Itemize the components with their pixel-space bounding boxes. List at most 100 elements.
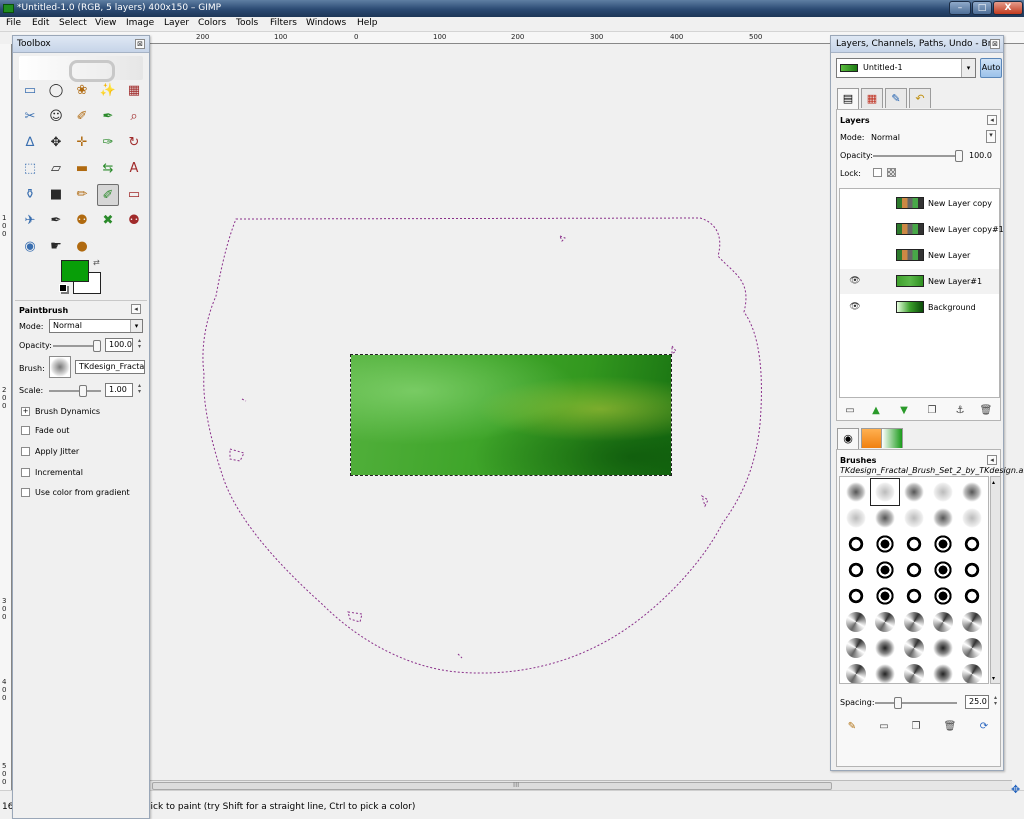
use-gradient-checkbox[interactable]	[21, 488, 30, 497]
brush-preview-cell[interactable]	[900, 661, 928, 683]
layer-opacity-value[interactable]: 100.0	[969, 151, 992, 160]
brush-preview-cell[interactable]	[871, 505, 899, 531]
brush-preview[interactable]	[49, 356, 71, 378]
spacing-spinbox[interactable]: 25.0	[965, 695, 997, 709]
brush-preview-cell[interactable]	[871, 531, 899, 557]
brush-preview-cell[interactable]	[929, 557, 957, 583]
spacing-slider[interactable]	[875, 697, 957, 709]
slider-handle[interactable]	[955, 150, 963, 162]
scissors-icon[interactable]: ✂	[19, 106, 41, 128]
slider-handle[interactable]	[79, 385, 87, 397]
brush-preview-cell[interactable]	[900, 609, 928, 635]
eye-icon[interactable]	[849, 197, 861, 209]
brush-preview-cell[interactable]	[958, 557, 986, 583]
blur-icon[interactable]: ◉	[19, 236, 41, 258]
menu-colors[interactable]: Colors	[198, 18, 226, 28]
blend-icon[interactable]: ■	[45, 184, 67, 206]
scale-spinbox[interactable]: 1.00	[105, 383, 141, 397]
default-colors-icon[interactable]	[59, 284, 67, 292]
layer-opacity-slider[interactable]	[873, 150, 963, 162]
brush-preview-cell[interactable]	[958, 479, 986, 505]
zoom-icon[interactable]: ⌕	[123, 106, 145, 128]
menu-image[interactable]: Image	[126, 18, 154, 28]
duplicate-brush-icon[interactable]: ❐	[909, 720, 923, 734]
lower-layer-icon[interactable]: ▼	[897, 404, 911, 418]
duplicate-layer-icon[interactable]: ❐	[925, 404, 939, 418]
brush-preview-cell[interactable]	[842, 505, 870, 531]
brush-preview-cell[interactable]	[958, 609, 986, 635]
brush-preview-cell[interactable]	[929, 531, 957, 557]
close-icon[interactable]: ⊠	[135, 39, 145, 49]
toolbox-titlebar[interactable]: Toolbox ⊠	[13, 36, 149, 53]
brush-dynamics-expander[interactable]: +	[21, 407, 30, 416]
brush-grid[interactable]	[839, 476, 989, 684]
ellipse-select-icon[interactable]: ◯	[45, 80, 67, 102]
rotate-icon[interactable]: ↻	[123, 132, 145, 154]
flip-icon[interactable]: ⇆	[97, 158, 119, 180]
chevron-down-icon[interactable]: ▾	[986, 130, 996, 143]
brush-preview-cell[interactable]	[900, 505, 928, 531]
minimize-button[interactable]: –	[949, 1, 971, 15]
brushes-scrollbar[interactable]: ▴ ▾	[990, 476, 1001, 684]
brush-preview-cell[interactable]	[929, 479, 957, 505]
menu-help[interactable]: Help	[357, 18, 378, 28]
tab-paths[interactable]: ✎	[885, 88, 907, 108]
brush-preview-cell[interactable]	[871, 557, 899, 583]
shear-icon[interactable]: ▱	[45, 158, 67, 180]
layer-row[interactable]: New Layer copy#1	[840, 217, 1004, 242]
paint-mode-select[interactable]: Normal ▾	[49, 319, 143, 333]
menu-file[interactable]: File	[6, 18, 21, 28]
edit-brush-icon[interactable]: ✎	[845, 720, 859, 734]
raise-layer-icon[interactable]: ▲	[869, 404, 883, 418]
paintbrush-icon[interactable]: ✐	[97, 184, 119, 206]
free-select-icon[interactable]: ❀	[71, 80, 93, 102]
text-icon[interactable]: A	[123, 158, 145, 180]
paths-icon[interactable]: ✐	[71, 106, 93, 128]
foreground-color-swatch[interactable]	[61, 260, 89, 282]
brush-preview-cell[interactable]	[842, 557, 870, 583]
image-selector[interactable]: Untitled-1 ▾	[836, 58, 976, 78]
brush-preview-cell[interactable]	[900, 531, 928, 557]
delete-layer-icon[interactable]: 🗑	[979, 404, 993, 418]
tab-layers[interactable]: ▤	[837, 88, 859, 109]
layer-mode-value[interactable]: Normal	[871, 133, 900, 142]
heal-icon[interactable]: ✖	[97, 210, 119, 232]
apply-jitter-checkbox[interactable]	[21, 447, 30, 456]
brush-preview-cell[interactable]	[929, 661, 957, 683]
bucket-fill-icon[interactable]: ⚱	[19, 184, 41, 206]
brush-preview-cell[interactable]	[929, 635, 957, 661]
brush-preview-cell[interactable]	[929, 609, 957, 635]
refresh-brushes-icon[interactable]: ⟳	[977, 720, 991, 734]
tab-undo[interactable]: ↶	[909, 88, 931, 108]
new-brush-icon[interactable]: ▭	[877, 720, 891, 734]
brush-preview-cell[interactable]	[871, 583, 899, 609]
rect-select-icon[interactable]: ▭	[19, 80, 41, 102]
menu-filters[interactable]: Filters	[270, 18, 297, 28]
brush-preview-cell[interactable]	[929, 583, 957, 609]
slider-handle[interactable]	[93, 340, 101, 352]
scroll-up-icon[interactable]: ▴	[992, 479, 995, 486]
brush-preview-cell[interactable]	[871, 635, 899, 661]
brush-preview-cell[interactable]	[871, 609, 899, 635]
smudge-icon[interactable]: ☛	[45, 236, 67, 258]
scale-icon[interactable]: ⬚	[19, 158, 41, 180]
scrollbar-thumb[interactable]: III	[152, 781, 832, 790]
tab-menu-icon[interactable]: ◂	[987, 115, 997, 125]
eye-icon[interactable]	[849, 223, 861, 235]
menu-windows[interactable]: Windows	[306, 18, 346, 28]
menu-layer[interactable]: Layer	[164, 18, 189, 28]
brush-preview-cell[interactable]	[871, 661, 899, 683]
brush-name-field[interactable]: TKdesign_Fractal_B	[75, 360, 145, 374]
brush-preview-cell[interactable]	[842, 609, 870, 635]
move-icon[interactable]: ✥	[45, 132, 67, 154]
perspective-icon[interactable]: ▬	[71, 158, 93, 180]
dock-titlebar[interactable]: Layers, Channels, Paths, Undo - Br... ⊠	[831, 36, 1003, 53]
brush-preview-cell[interactable]	[929, 505, 957, 531]
brush-preview-cell[interactable]	[958, 661, 986, 683]
navigate-icon[interactable]: ✥	[1011, 784, 1023, 796]
maximize-button[interactable]: □	[972, 1, 992, 15]
crop-icon[interactable]: ✑	[97, 132, 119, 154]
opacity-spinbox[interactable]: 100.0	[105, 338, 141, 352]
image-canvas[interactable]	[350, 354, 672, 476]
eraser-icon[interactable]: ▭	[123, 184, 145, 206]
